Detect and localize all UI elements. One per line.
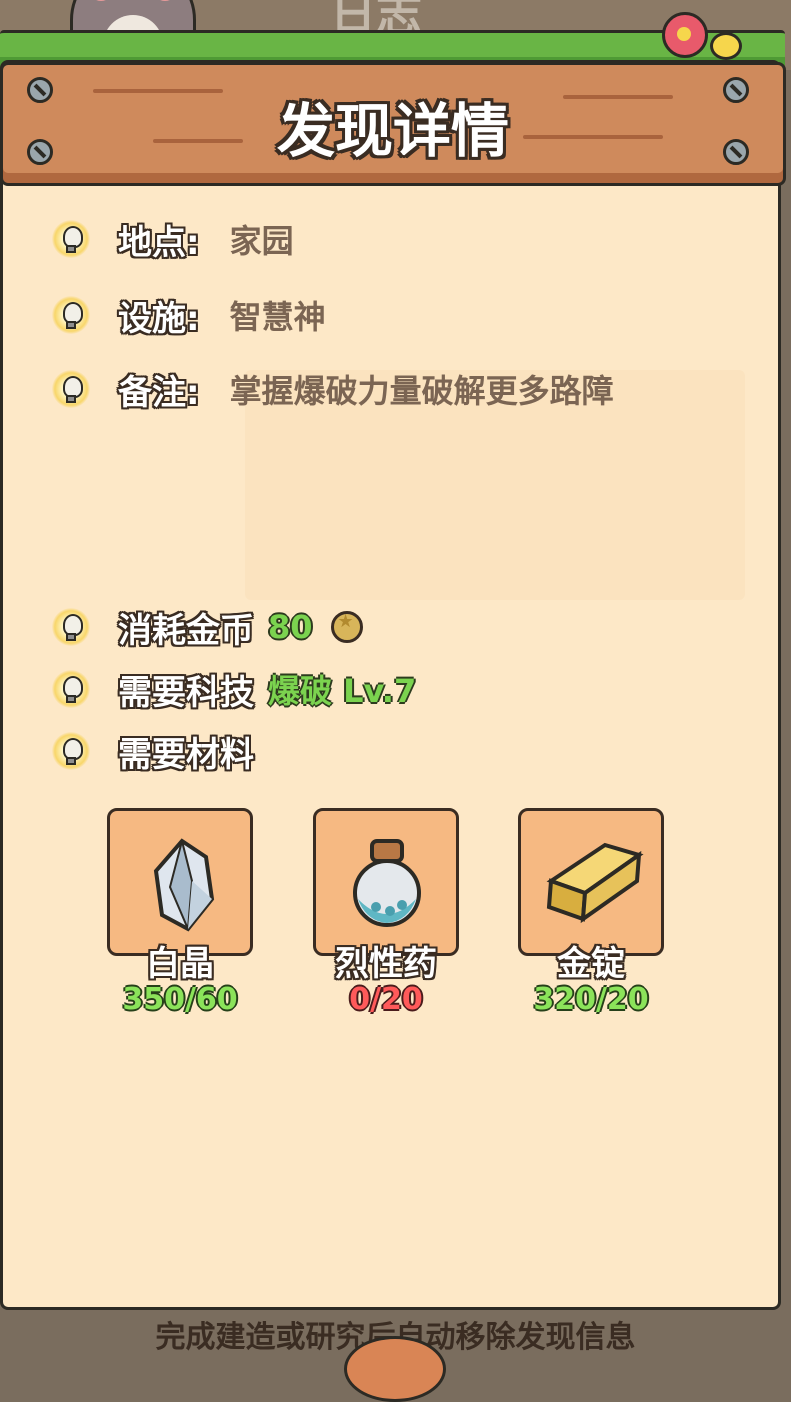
tech-requirement-value: 爆破 Lv.7: [268, 672, 417, 710]
facility-label: 设施:: [118, 298, 200, 339]
mole-cheek: [93, 0, 109, 1]
material-count: 320/20: [533, 982, 649, 1017]
coin-cost-value: 80: [268, 608, 313, 646]
potion-icon: [353, 839, 421, 927]
material-slot-gold-bar[interactable]: [518, 808, 664, 956]
note-label: 备注:: [118, 372, 200, 413]
facility-value: 智慧神: [229, 298, 326, 336]
materials-label: 需要材料: [118, 734, 254, 775]
small-flower-icon: [710, 32, 742, 60]
flower-icon: [662, 12, 708, 58]
tech-requirement-row: 需要科技 爆破 Lv.7: [52, 664, 416, 714]
lightbulb-icon: [52, 670, 90, 708]
mole-cheek: [157, 0, 173, 1]
material-name: 金锭: [557, 944, 625, 984]
location-row: 地点: 家园: [52, 214, 294, 264]
material-name: 烈性药: [335, 944, 437, 984]
lightbulb-icon: [52, 220, 90, 258]
coin-cost-row: 消耗金币 80: [52, 602, 363, 652]
gold-bar-icon: [546, 842, 644, 924]
tech-requirement-label: 需要科技: [118, 672, 254, 713]
material-count: 0/20: [349, 982, 423, 1017]
lightbulb-icon: [52, 370, 90, 408]
facility-row: 设施: 智慧神: [52, 290, 326, 340]
material-slot-potion[interactable]: [313, 808, 459, 956]
materials-row: 需要材料: [52, 726, 254, 776]
note-row: 备注: 掌握爆破力量破解更多路障: [52, 364, 614, 414]
lightbulb-icon: [52, 608, 90, 646]
page-title: 发现详情: [276, 97, 509, 165]
material-count: 350/60: [122, 982, 238, 1017]
bottom-button[interactable]: [344, 1336, 446, 1402]
crystal-icon: [153, 838, 215, 932]
material-slot-crystal[interactable]: [107, 808, 253, 956]
lightbulb-icon: [52, 296, 90, 334]
note-value: 掌握爆破力量破解更多路障: [229, 372, 614, 410]
location-value: 家园: [229, 222, 294, 260]
coin-cost-label: 消耗金币: [118, 610, 254, 651]
gold-coin-icon: [330, 611, 363, 643]
location-label: 地点:: [118, 222, 200, 263]
material-name: 白晶: [146, 944, 214, 984]
lightbulb-icon: [52, 732, 90, 770]
